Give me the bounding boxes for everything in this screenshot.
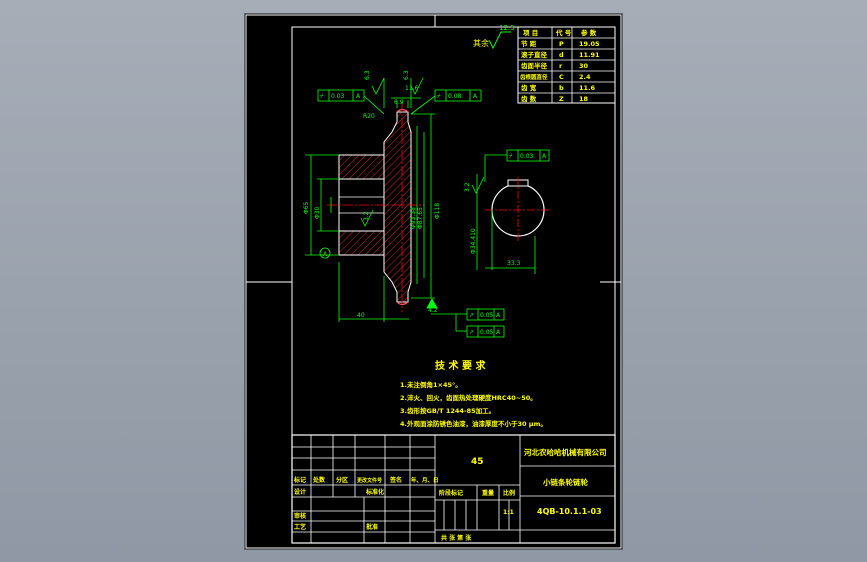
position-symbol: ⌿ (437, 93, 441, 100)
dia-bore-dim: Φ30 (314, 206, 321, 219)
hub-upper-section (338, 154, 385, 180)
datum-key: A (542, 153, 547, 160)
param-row-label: 节 距 (521, 39, 537, 48)
width-rim-dim: 6.9 (394, 99, 404, 106)
review-label: 审核 (294, 512, 306, 520)
datum-flat: A (356, 93, 361, 100)
tech-req-line: 2.淬火、回火，齿面热处理硬度HRC40~50。 (400, 393, 537, 402)
drawing-number: 4QB-10.1.1-03 (537, 507, 602, 516)
rev-sign-label: 签名 (389, 476, 402, 484)
dia-pitch-dim: Φ93.38 (410, 207, 417, 229)
dia-root-dim: Φ87.65 (417, 207, 424, 229)
bore-view (485, 177, 551, 243)
rev-date-label: 年、月、日 (411, 476, 439, 484)
chamfer-dim: 4.2 (428, 307, 438, 314)
dia-key-dim: Φ34.410 (470, 228, 477, 254)
param-row-code: C (559, 73, 564, 81)
angle-dim: R20 (363, 113, 375, 120)
tol-pos-value: 0.08 (448, 93, 462, 100)
param-row-label: 齿 宽 (521, 83, 537, 92)
scale-label: 比例 (503, 489, 515, 497)
approve-label: 批准 (366, 523, 378, 531)
tech-req-line: 1.未注倒角1×45°。 (400, 380, 462, 389)
param-row-label: 滚子直径 (521, 50, 548, 59)
runout2-symbol: ↗ (469, 329, 474, 336)
dia-hub-dim: Φ65 (303, 201, 310, 214)
datum-run2: A (496, 329, 501, 336)
roughness-other-prefix: 其余 (473, 38, 489, 48)
datum-pos: A (473, 93, 478, 100)
width-top-dim: 11.6 (405, 85, 419, 92)
param-row-value: 11.6 (579, 84, 596, 92)
roughness-other-value: 12.5 (499, 24, 515, 32)
roughness-hub-value: 3.2 (363, 211, 370, 221)
param-row-code: Z (559, 95, 564, 103)
key-width-dim: 33.3 (507, 260, 521, 267)
part-name: 小链条轮链轮 (543, 477, 588, 487)
roughness-top-value: 6.3 (364, 70, 371, 80)
roughness-key-value: 3.2 (464, 182, 471, 192)
rim-section (383, 111, 412, 303)
design-label: 设计 (294, 488, 306, 496)
param-row-value: 2.4 (579, 73, 591, 81)
tech-req-line: 3.齿形按GB/T 1244-85加工。 (400, 406, 495, 415)
bore-view-dimensions (471, 149, 550, 274)
param-row-code: b (559, 84, 564, 92)
param-row-label: 齿面半径 (521, 61, 548, 70)
param-table-header-value: 参 数 (581, 28, 597, 37)
title-block: 标记 处数 分区 更改文件号 签名 年、月、日 设计 标准化 审核 工艺 批准 … (291, 434, 616, 544)
drawing-viewport[interactable]: 其余 12.5 项 目 代 号 参 数 节 距 P 19.05 滚子直径 d 1… (244, 13, 623, 550)
standard-label: 标准化 (365, 488, 384, 496)
roughness-other: 其余 12.5 (473, 24, 515, 50)
rev-zone-label: 分区 (336, 476, 348, 484)
datum-circle-label: A (323, 251, 328, 258)
param-row-code: d (559, 51, 564, 59)
tol-run2-value: 0.05 (480, 329, 494, 336)
dia-tip-dim: Φ118 (434, 203, 441, 219)
process-label: 工艺 (294, 523, 306, 531)
tol-run1-value: 0.05 (480, 312, 494, 319)
rev-mark-label: 标记 (293, 476, 306, 484)
param-table-header-code: 代 号 (555, 28, 572, 37)
runout1-symbol: ↗ (469, 312, 474, 319)
key-tol-symbol: ⌿ (509, 153, 513, 160)
param-row-label: 齿 数 (521, 94, 537, 103)
rev-count-label: 处数 (312, 476, 326, 484)
technical-requirements: 技 术 要 求 1.未注倒角1×45°。 2.淬火、回火，齿面热处理硬度HRC4… (400, 359, 547, 428)
roughness-rim-value: 6.3 (403, 70, 410, 80)
rev-file-label: 更改文件号 (357, 477, 382, 484)
hub-lower-section (338, 230, 385, 256)
tol-key-value: 0.03 (520, 153, 534, 160)
tech-req-line: 4.外观面涂防锈色油漆，油漆厚度不小于30 μm。 (400, 419, 547, 428)
param-row-value: 19.05 (579, 40, 600, 48)
tech-req-title: 技 术 要 求 (435, 359, 486, 372)
material-value: 45 (471, 457, 484, 467)
param-row-code: P (559, 40, 564, 48)
datum-run1: A (496, 312, 501, 319)
outer-frame (245, 14, 622, 549)
stage-mark-label: 阶段标记 (439, 489, 463, 497)
scale-value: 1:1 (503, 509, 514, 516)
sheets-label: 共 张 第 张 (441, 534, 472, 542)
cad-drawing: 其余 12.5 项 目 代 号 参 数 节 距 P 19.05 滚子直径 d 1… (245, 14, 622, 549)
hub-length-dim: 40 (357, 312, 365, 319)
tol-flat-value: 0.03 (331, 93, 345, 100)
weight-label: 重量 (482, 489, 494, 497)
param-row-value: 30 (579, 62, 589, 70)
flatness-symbol: ⌿ (320, 93, 324, 100)
parameter-table: 项 目 代 号 参 数 节 距 P 19.05 滚子直径 d 11.91 齿面半… (517, 26, 616, 104)
param-row-value: 18 (579, 95, 589, 103)
param-table-header-item: 项 目 (523, 28, 538, 37)
company-name: 河北农哈哈机械有限公司 (524, 447, 607, 457)
param-row-value: 11.91 (579, 51, 600, 59)
param-row-code: r (559, 62, 563, 70)
section-view (327, 102, 425, 312)
param-row-label: 齿根圆直径 (520, 73, 548, 81)
